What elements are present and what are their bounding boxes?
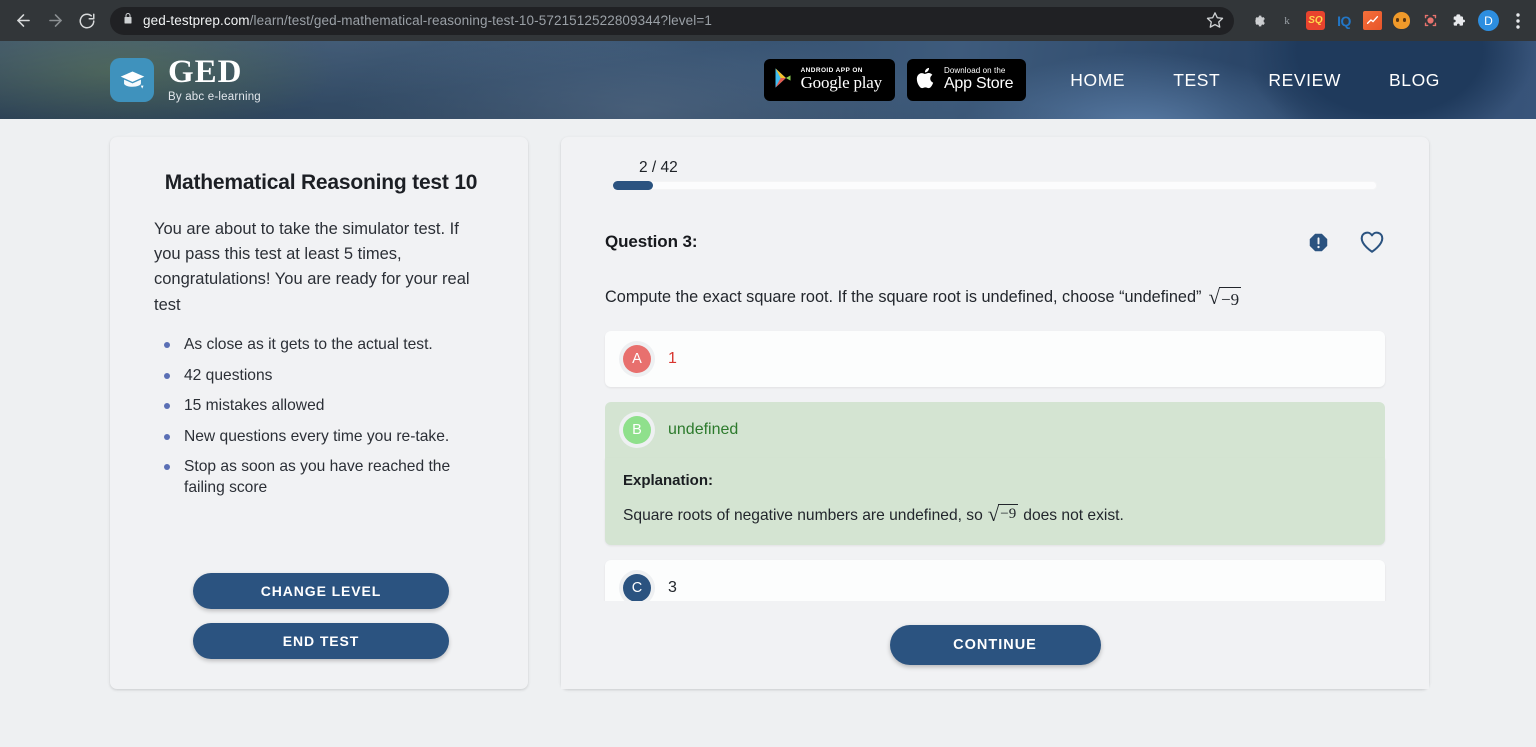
app-store-badges: ANDROID APP ON Google play Download on t… (763, 59, 1027, 101)
answer-options: A 1 B undefined Explanation: Square root… (605, 331, 1385, 601)
browser-toolbar: ged-testprep.com/learn/test/ged-mathemat… (0, 0, 1536, 41)
radicand-value: −9 (1218, 287, 1242, 311)
google-play-badge[interactable]: ANDROID APP ON Google play (763, 59, 895, 101)
nav-item-test[interactable]: TEST (1173, 70, 1220, 91)
panel-actions: CHANGE LEVEL END TEST (154, 537, 488, 659)
question-prompt: Compute the exact square root. If the sq… (605, 288, 1202, 306)
question-scroll-area[interactable]: Question 3: Compute the exact square roo… (561, 190, 1429, 601)
explanation-box: Explanation: Square roots of negative nu… (605, 458, 1385, 546)
answer-option-c[interactable]: C 3 (605, 560, 1385, 601)
list-item: As close as it gets to the actual test. (156, 335, 488, 356)
heart-outline-icon[interactable] (1359, 230, 1385, 254)
address-bar[interactable]: ged-testprep.com/learn/test/ged-mathemat… (110, 6, 1234, 35)
back-arrow-icon[interactable] (8, 6, 38, 36)
gear-extension-icon[interactable] (1248, 11, 1268, 31)
question-text: Compute the exact square root. If the sq… (605, 285, 1385, 309)
progress-section: 2 / 42 (561, 137, 1429, 190)
profile-avatar[interactable]: D (1478, 10, 1499, 31)
option-letter-bubble: B (623, 416, 651, 445)
explanation-title: Explanation: (623, 472, 714, 490)
main-navigation: HOME TEST REVIEW BLOG (1070, 70, 1440, 91)
logo-subtitle: By abc e-learning (168, 91, 261, 104)
option-text: undefined (668, 421, 739, 439)
nav-item-blog[interactable]: BLOG (1389, 70, 1440, 91)
list-item: Stop as soon as you have reached the fai… (156, 457, 488, 498)
app-store-badge[interactable]: Download on the App Store (906, 59, 1027, 101)
answer-option-b[interactable]: B undefined (605, 402, 1385, 459)
google-play-icon (773, 67, 793, 94)
graduation-cap-icon (110, 58, 154, 102)
continue-button[interactable]: CONTINUE (889, 625, 1101, 665)
three-dots-menu-icon[interactable] (1508, 11, 1528, 31)
question-panel: 2 / 42 Question 3: Compute the exact squ… (561, 137, 1429, 689)
exclamation-octagon-icon[interactable] (1308, 232, 1329, 253)
explanation-text-before: Square roots of negative numbers are und… (623, 507, 983, 525)
change-level-button[interactable]: CHANGE LEVEL (193, 573, 449, 609)
url-text: ged-testprep.com/learn/test/ged-mathemat… (143, 13, 712, 28)
page-body: Mathematical Reasoning test 10 You are a… (0, 119, 1536, 747)
progress-counter: 2 / 42 (639, 159, 678, 176)
app-store-badge-label: App Store (943, 74, 1014, 92)
question-label: Question 3: (605, 232, 698, 251)
logo-title: GED (168, 54, 243, 91)
test-info-panel: Mathematical Reasoning test 10 You are a… (110, 137, 528, 689)
list-item: 15 mistakes allowed (156, 396, 488, 417)
bot-extension-icon[interactable] (1391, 11, 1411, 31)
option-letter-bubble: A (623, 345, 651, 374)
question-sqrt-expression: √ −9 (1208, 286, 1242, 311)
progress-bar-fill (613, 181, 653, 190)
iq-extension-icon[interactable]: IQ (1334, 11, 1354, 31)
explanation-text: Square roots of negative numbers are und… (623, 503, 1367, 525)
page-title: Mathematical Reasoning test 10 (164, 171, 478, 194)
apple-logo-icon (916, 66, 936, 95)
option-text: 1 (668, 350, 677, 368)
site-logo[interactable]: GED By abc e-learning (110, 56, 261, 104)
radicand-value: −9 (998, 504, 1019, 525)
nav-item-home[interactable]: HOME (1070, 70, 1125, 91)
lock-icon (122, 12, 134, 30)
forward-arrow-icon[interactable] (40, 6, 70, 36)
list-item: New questions every time you re-take. (156, 427, 488, 448)
list-item: 42 questions (156, 366, 488, 387)
explanation-sqrt-expression: √ −9 (988, 504, 1019, 525)
explanation-text-after: does not exist. (1023, 507, 1124, 525)
sq-extension-icon[interactable]: SQ (1306, 11, 1325, 30)
google-play-badge-label: Google play (800, 73, 883, 93)
k-extension-icon[interactable]: k (1277, 11, 1297, 31)
chart-extension-icon[interactable] (1363, 11, 1382, 30)
progress-bar[interactable] (613, 181, 1377, 190)
option-text: 3 (668, 579, 677, 597)
target-extension-icon[interactable] (1420, 11, 1440, 31)
star-icon[interactable] (1206, 11, 1226, 31)
test-facts-list: As close as it gets to the actual test. … (154, 335, 488, 508)
nav-item-review[interactable]: REVIEW (1268, 70, 1341, 91)
question-footer: CONTINUE (561, 601, 1429, 689)
reload-icon[interactable] (72, 6, 102, 36)
site-header: GED By abc e-learning ANDROID APP ON Goo… (0, 41, 1536, 119)
url-host: ged-testprep.com (143, 13, 250, 28)
intro-text: You are about to take the simulator test… (154, 220, 470, 314)
question-header: Question 3: (605, 230, 1385, 254)
extension-icons-row: k SQ IQ D (1242, 10, 1528, 31)
option-letter-bubble: C (623, 574, 651, 601)
puzzle-extensions-icon[interactable] (1449, 11, 1469, 31)
answer-option-a[interactable]: A 1 (605, 331, 1385, 388)
url-path: /learn/test/ged-mathematical-reasoning-t… (249, 13, 712, 28)
end-test-button[interactable]: END TEST (193, 623, 449, 659)
